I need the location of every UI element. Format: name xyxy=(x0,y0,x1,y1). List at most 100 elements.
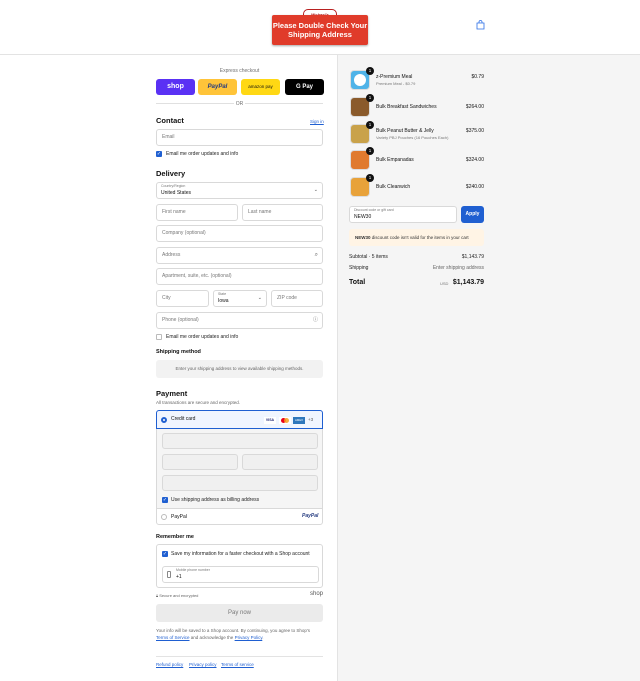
terms-of-service-link[interactable]: Terms of Service xyxy=(156,635,190,640)
chevron-down-icon: ⌄ xyxy=(313,187,318,193)
email-field[interactable]: Email xyxy=(156,129,323,146)
address-field[interactable]: Address ⌕ xyxy=(156,247,323,264)
legal-text: Your info will be saved to a Shop accoun… xyxy=(156,628,323,641)
country-select[interactable]: Country/Region United States ⌄ xyxy=(156,182,323,199)
save-info-checkbox[interactable]: ✓ xyxy=(162,551,168,557)
quantity-badge: 1 xyxy=(366,147,374,155)
company-field[interactable]: Company (optional) xyxy=(156,225,323,242)
billing-same-checkbox[interactable]: ✓ xyxy=(162,497,168,503)
mobile-phone-field[interactable]: Mobile phone number +1 xyxy=(162,566,319,583)
mobile-phone-label: Mobile phone number xyxy=(176,568,210,572)
quantity-badge: 1 xyxy=(366,94,374,102)
shop-pay-button[interactable]: shop xyxy=(156,79,195,95)
item-variant: Variety PBJ Pouches (16 Pouches Each) xyxy=(376,135,449,140)
refund-policy-link[interactable]: Refund policy xyxy=(156,662,183,667)
currency-code: USD xyxy=(440,281,449,286)
secure-note: 🔒︎ Secure and encrypted xyxy=(156,593,198,598)
first-name-field[interactable]: First name xyxy=(156,204,238,221)
billing-same-label: Use shipping address as billing address xyxy=(171,497,260,503)
store-logo[interactable]: Michael's KITCHEN Please Double Check Yo… xyxy=(272,9,368,45)
sms-opt-checkbox[interactable] xyxy=(156,334,162,340)
last-name-field[interactable]: Last name xyxy=(242,204,323,221)
payment-secure-note: All transactions are secure and encrypte… xyxy=(156,400,241,405)
item-title: Bulk Cleanwich xyxy=(376,184,411,190)
sms-opt-label: Email me order updates and info xyxy=(166,334,239,340)
discount-code-label: Discount code or gift card xyxy=(354,208,394,212)
state-select[interactable]: State Iowa ⌄ xyxy=(213,290,267,307)
privacy-policy-link[interactable]: Privacy Policy xyxy=(235,635,263,640)
credit-card-option[interactable]: Credit card VISA AMEX +3 xyxy=(156,410,323,429)
pay-now-button[interactable]: Pay now xyxy=(156,604,323,622)
item-price: $264.00 xyxy=(465,104,484,110)
site-header: Michael's KITCHEN Please Double Check Yo… xyxy=(0,0,640,55)
more-cards-count: +3 xyxy=(308,417,314,422)
card-number-field[interactable] xyxy=(162,433,318,449)
save-info-label: Save my information for a faster checkou… xyxy=(171,551,310,557)
discount-code-field[interactable]: Discount code or gift card NEW30 xyxy=(349,206,457,223)
privacy-policy-footer-link[interactable]: Privacy policy xyxy=(189,662,217,667)
total-value: $1,143.79 xyxy=(452,279,484,286)
credit-card-radio[interactable] xyxy=(161,417,167,423)
remember-me-box: ✓ Save my information for a faster check… xyxy=(156,544,323,588)
phone-placeholder: Phone (optional) xyxy=(162,317,199,323)
expiry-field[interactable] xyxy=(162,454,238,470)
discount-error-code: NEW30 xyxy=(355,235,371,240)
item-price: $0.79 xyxy=(471,74,484,80)
footer-divider xyxy=(156,656,323,657)
paypal-label: PayPal xyxy=(171,514,187,520)
divider xyxy=(156,103,234,104)
terms-of-service-footer-link[interactable]: Terms of service xyxy=(221,662,254,667)
phone-field[interactable]: Phone (optional) ⓘ xyxy=(156,312,323,329)
mobile-phone-value: +1 xyxy=(176,574,182,580)
quantity-badge: 1 xyxy=(366,67,374,75)
payment-heading: Payment xyxy=(156,389,188,398)
amazon-pay-button[interactable]: amazon pay xyxy=(241,79,280,95)
or-separator: OR xyxy=(235,101,244,107)
item-title: z-Premium Meal xyxy=(376,74,413,80)
paypal-option[interactable]: PayPal PayPal xyxy=(156,508,323,525)
email-opt-checkbox[interactable]: ✓ xyxy=(156,151,162,157)
item-variant: Premium Meal - $0.79 xyxy=(376,81,416,86)
item-price: $375.00 xyxy=(465,128,484,134)
shipping-label: Shipping xyxy=(349,265,369,271)
contact-heading: Contact xyxy=(156,116,184,125)
google-pay-button[interactable]: G Pay xyxy=(285,79,324,95)
city-field[interactable]: City xyxy=(156,290,209,307)
visa-icon: VISA xyxy=(264,417,276,424)
item-title: Bulk Empanadas xyxy=(376,157,414,163)
legal-period: . xyxy=(262,634,264,640)
paypal-button[interactable]: PayPal xyxy=(198,79,237,95)
country-value: United States xyxy=(161,190,192,196)
state-value: Iowa xyxy=(218,298,229,304)
remember-me-heading: Remember me xyxy=(156,534,194,540)
bag-icon[interactable] xyxy=(473,20,487,34)
total-label: Total xyxy=(349,279,366,286)
security-code-field[interactable] xyxy=(242,454,318,470)
zip-field[interactable]: ZIP code xyxy=(271,290,323,307)
item-title: Bulk Peanut Butter & Jelly xyxy=(376,128,434,134)
order-summary-panel xyxy=(337,55,640,681)
apartment-field[interactable]: Apartment, suite, etc. (optional) xyxy=(156,268,323,285)
card-form: ✓ Use shipping address as billing addres… xyxy=(156,429,323,508)
paypal-radio[interactable] xyxy=(161,514,167,520)
sign-in-link[interactable]: Sign in xyxy=(310,119,324,124)
quantity-badge: 1 xyxy=(366,174,374,182)
shipping-method-notice: Enter your shipping address to view avai… xyxy=(156,360,323,378)
help-icon[interactable]: ⓘ xyxy=(313,313,318,328)
discount-error-notice: NEW30 discount code isn't valid for the … xyxy=(349,229,484,246)
mobile-phone-icon xyxy=(167,571,171,578)
address-placeholder: Address xyxy=(162,252,181,258)
item-price: $324.00 xyxy=(465,157,484,163)
divider xyxy=(245,103,323,104)
email-opt-label: Email me order updates and info xyxy=(166,151,239,157)
amex-icon: AMEX xyxy=(293,417,305,424)
subtotal-label: Subtotal · 5 items xyxy=(349,254,388,260)
mastercard-icon xyxy=(279,417,291,424)
legal-text-1: Your info will be saved to a Shop accoun… xyxy=(156,628,311,633)
paypal-logo: PayPal xyxy=(302,513,319,519)
name-on-card-field[interactable] xyxy=(162,475,318,491)
delivery-heading: Delivery xyxy=(156,169,186,178)
apply-discount-button[interactable]: Apply xyxy=(461,206,484,223)
discount-code-value: NEW30 xyxy=(354,214,372,220)
shop-logo: shop xyxy=(309,591,323,597)
